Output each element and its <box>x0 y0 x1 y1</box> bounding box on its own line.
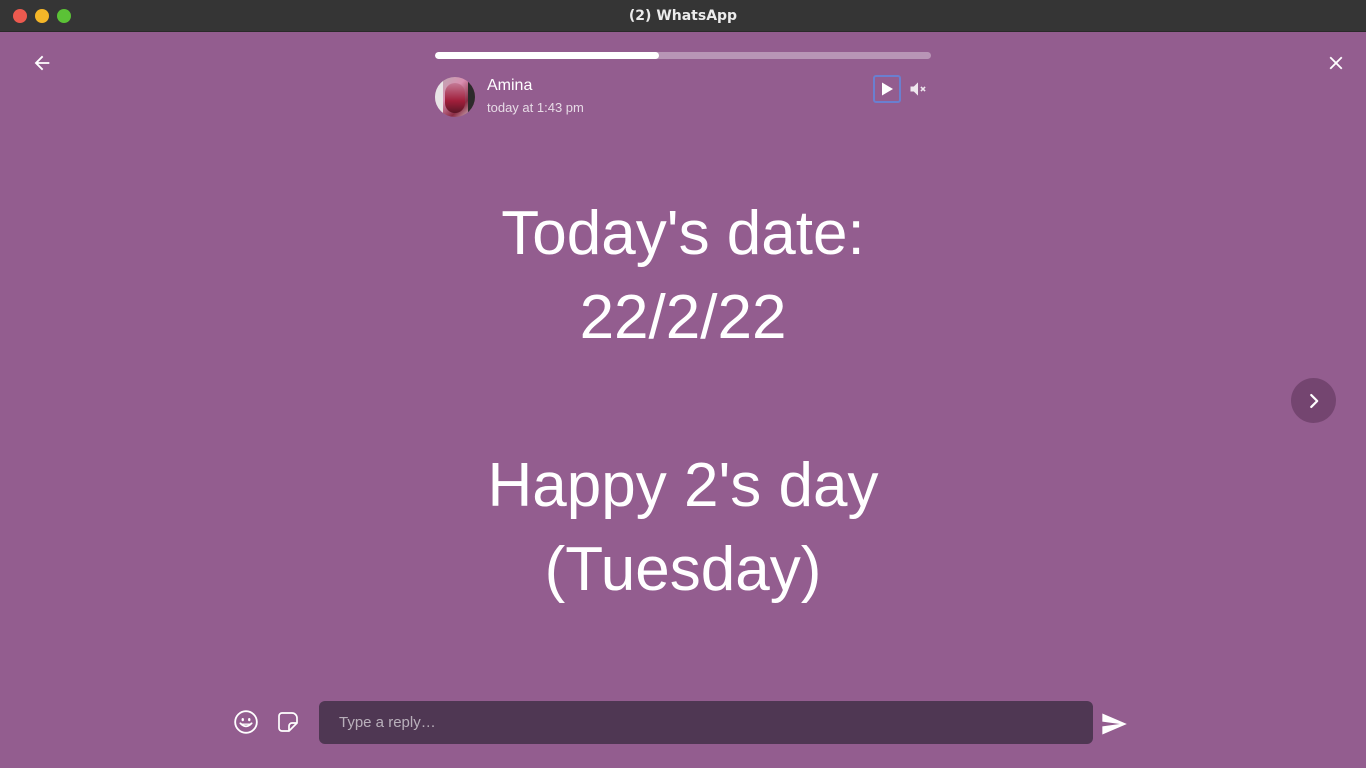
mute-button[interactable] <box>906 77 930 101</box>
close-icon <box>1329 56 1343 70</box>
back-button[interactable] <box>28 49 56 77</box>
emoji-button[interactable] <box>232 708 260 736</box>
next-status-button[interactable] <box>1291 378 1336 423</box>
volume-muted-icon <box>910 82 926 96</box>
window-title: (2) WhatsApp <box>628 8 738 24</box>
contact-name[interactable]: Amina <box>487 77 532 95</box>
status-text-line <box>383 360 983 444</box>
status-text-line: 22/2/22 <box>579 283 787 352</box>
window-titlebar: (2) WhatsApp <box>0 0 1366 32</box>
status-text-line: Today's date: <box>501 199 865 268</box>
status-viewer: Amina today at 1:43 pm Today's date: 22/… <box>0 32 1366 768</box>
send-button[interactable] <box>1099 709 1129 739</box>
status-timestamp: today at 1:43 pm <box>487 100 584 115</box>
sticker-icon <box>278 712 298 732</box>
status-progress-fill <box>435 52 660 59</box>
play-button[interactable] <box>873 75 901 103</box>
status-text-content: Today's date: 22/2/22 Happy 2's day (Tue… <box>383 192 983 612</box>
arrow-left-icon <box>34 55 50 71</box>
contact-avatar[interactable] <box>435 77 475 117</box>
close-button[interactable] <box>1322 49 1350 77</box>
status-progress-bar <box>435 52 931 59</box>
status-text-line: Happy 2's day <box>487 451 879 520</box>
emoji-icon <box>234 710 258 734</box>
status-text-line: (Tuesday) <box>544 535 822 604</box>
sticker-button[interactable] <box>274 708 302 736</box>
send-icon <box>1102 713 1127 735</box>
play-icon <box>882 82 893 96</box>
chevron-right-icon <box>1309 393 1318 408</box>
reply-input[interactable] <box>319 701 1093 744</box>
